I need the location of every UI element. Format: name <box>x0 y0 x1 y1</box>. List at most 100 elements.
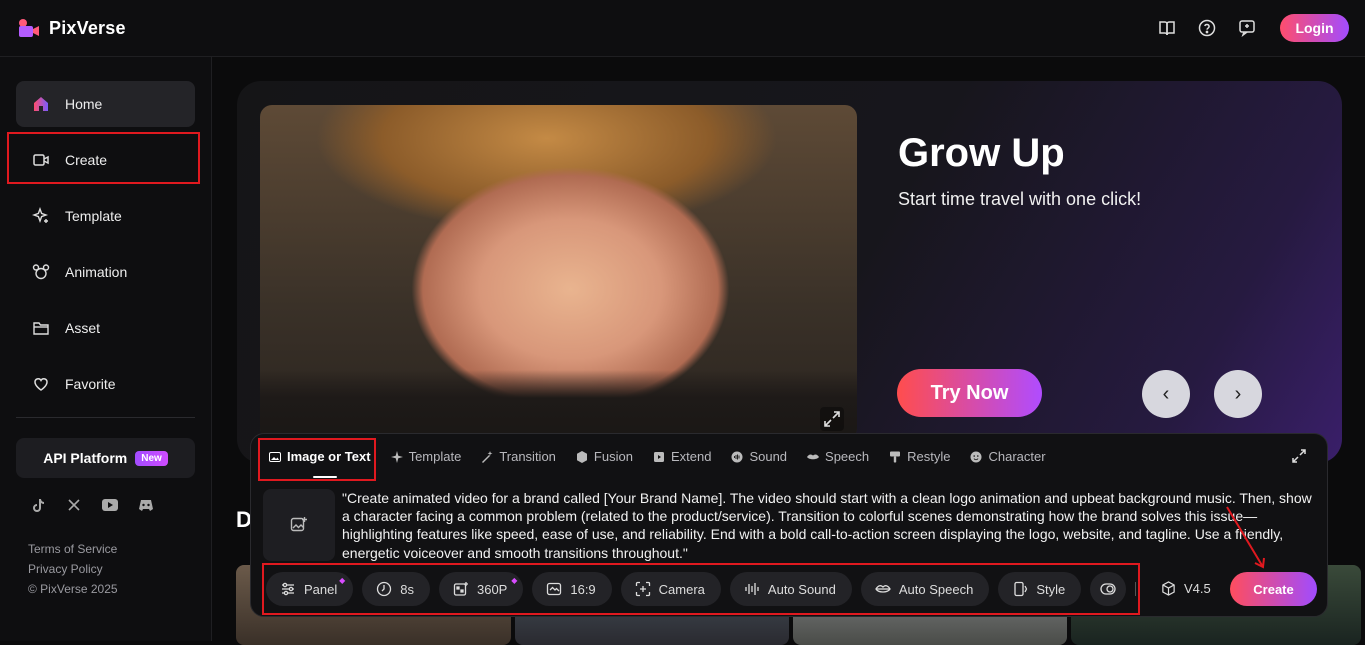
discord-icon[interactable] <box>138 497 154 513</box>
style-select[interactable]: Style <box>998 572 1082 606</box>
tab-label: Image or Text <box>287 449 371 464</box>
social-links <box>30 497 154 513</box>
logo[interactable]: PixVerse <box>17 17 126 39</box>
video-icon <box>33 154 49 166</box>
waveform-icon <box>745 583 759 595</box>
login-button[interactable]: Login <box>1280 14 1349 42</box>
camera-button[interactable]: Camera <box>620 572 721 606</box>
chip-label: 16:9 <box>570 581 596 597</box>
auto-sound-toggle[interactable]: Auto Sound <box>729 572 852 606</box>
sparkle-icon <box>32 207 49 224</box>
tab-fusion[interactable]: Fusion <box>576 449 633 464</box>
chip-label: 8s <box>400 581 414 597</box>
tiktok-icon[interactable] <box>30 497 46 513</box>
resolution-select[interactable]: 360P ◆ <box>438 572 524 606</box>
sidebar-item-template[interactable]: Template <box>16 193 195 239</box>
hero-title: Grow Up <box>898 131 1065 175</box>
tab-label: Character <box>988 449 1046 464</box>
image-upload-button[interactable] <box>263 489 335 561</box>
tab-extend[interactable]: Extend <box>653 449 711 464</box>
face-icon <box>970 451 982 462</box>
prompt-input[interactable]: "Create animated video for a brand calle… <box>342 489 1312 562</box>
api-platform-button[interactable]: API Platform New <box>16 438 195 478</box>
terms-link[interactable]: Terms of Service <box>28 539 118 559</box>
chip-label: Auto Speech <box>898 581 974 597</box>
lips-icon <box>807 454 820 459</box>
camera-focus-icon <box>635 581 650 597</box>
youtube-icon[interactable] <box>102 497 118 513</box>
x-icon[interactable] <box>66 497 82 513</box>
wand-icon <box>482 450 493 463</box>
premium-gem-icon: ◆ <box>511 576 518 585</box>
hero-image[interactable] <box>260 105 857 440</box>
resolution-icon <box>453 582 468 596</box>
new-badge: New <box>135 450 168 466</box>
creation-panel: Image or Text Template Transition Fusion… <box>250 433 1328 617</box>
tab-label: Extend <box>670 449 712 464</box>
toggle-icon <box>1100 583 1116 595</box>
tab-sound[interactable]: Sound <box>731 449 787 464</box>
sidebar-item-label: Animation <box>65 264 128 280</box>
lips-icon <box>875 585 891 593</box>
fullscreen-icon[interactable] <box>1291 448 1307 464</box>
tab-label: Transition <box>499 449 556 464</box>
tab-restyle[interactable]: Restyle <box>889 449 950 464</box>
sidebar-item-animation[interactable]: Animation <box>16 249 195 295</box>
sidebar-item-favorite[interactable]: Favorite <box>16 361 195 407</box>
sidebar-item-home[interactable]: Home <box>16 81 195 127</box>
copyright-text: © PixVerse 2025 <box>28 582 118 596</box>
top-bar: PixVerse Login <box>0 0 1365 57</box>
api-platform-label: API Platform <box>43 450 128 466</box>
book-icon[interactable] <box>1156 17 1178 39</box>
generation-options-toolbar: Panel ◆ 8s 360P ◆ 16:9 Camera Auto Sound… <box>266 572 1137 606</box>
add-image-icon <box>290 517 307 532</box>
heart-icon <box>34 378 48 391</box>
sidebar-item-create[interactable]: Create <box>16 137 195 183</box>
sidebar-item-label: Template <box>65 208 122 224</box>
extend-icon <box>653 451 664 462</box>
sliders-icon <box>282 582 294 596</box>
chip-label: Camera <box>658 581 705 597</box>
tab-template[interactable]: Template <box>390 449 461 464</box>
folder-icon <box>33 322 49 335</box>
tab-label: Fusion <box>593 449 633 464</box>
more-options-button[interactable] <box>1090 572 1127 606</box>
sidebar: Home Create Template Animation Asset Fav… <box>0 57 212 641</box>
brush-icon <box>890 451 901 462</box>
mouse-ears-icon <box>32 264 50 280</box>
tab-image-or-text[interactable]: Image or Text <box>269 449 371 478</box>
expand-icon[interactable] <box>819 406 845 432</box>
try-now-button[interactable]: Try Now <box>897 369 1042 417</box>
chevron-left-icon: ‹ <box>1162 382 1170 405</box>
create-button[interactable]: Create <box>1230 572 1317 606</box>
aspect-ratio-icon <box>547 582 562 596</box>
tab-label: Restyle <box>907 449 951 464</box>
style-icon <box>1014 581 1028 597</box>
chip-label: 360P <box>476 581 508 597</box>
hero-subtitle: Start time travel with one click! <box>898 189 1142 209</box>
help-icon[interactable] <box>1196 17 1218 39</box>
tab-character[interactable]: Character <box>970 449 1046 464</box>
sparkle-icon <box>390 450 403 463</box>
auto-speech-toggle[interactable]: Auto Speech <box>860 572 990 606</box>
chip-label: Style <box>1036 581 1066 597</box>
prev-slide-button[interactable]: ‹ <box>1142 370 1190 418</box>
sidebar-item-label: Favorite <box>65 376 116 392</box>
feedback-icon[interactable] <box>1236 17 1258 39</box>
chip-label: Auto Sound <box>767 581 836 597</box>
next-slide-button[interactable]: › <box>1214 370 1262 418</box>
model-version-select[interactable]: V4.5 <box>1161 581 1211 596</box>
hero-banner: Grow Up Start time travel with one click… <box>237 81 1342 463</box>
image-icon <box>269 451 281 462</box>
sidebar-item-asset[interactable]: Asset <box>16 305 195 351</box>
chevron-right-icon: › <box>1234 382 1242 405</box>
panel-button[interactable]: Panel ◆ <box>266 572 354 606</box>
privacy-link[interactable]: Privacy Policy <box>28 559 118 579</box>
aspect-ratio-select[interactable]: 16:9 <box>532 572 612 606</box>
tab-speech[interactable]: Speech <box>807 449 869 464</box>
cube-icon <box>576 450 587 463</box>
sound-icon <box>731 451 743 462</box>
cube-icon <box>1162 581 1175 596</box>
duration-select[interactable]: 8s <box>362 572 430 606</box>
tab-transition[interactable]: Transition <box>481 449 556 464</box>
